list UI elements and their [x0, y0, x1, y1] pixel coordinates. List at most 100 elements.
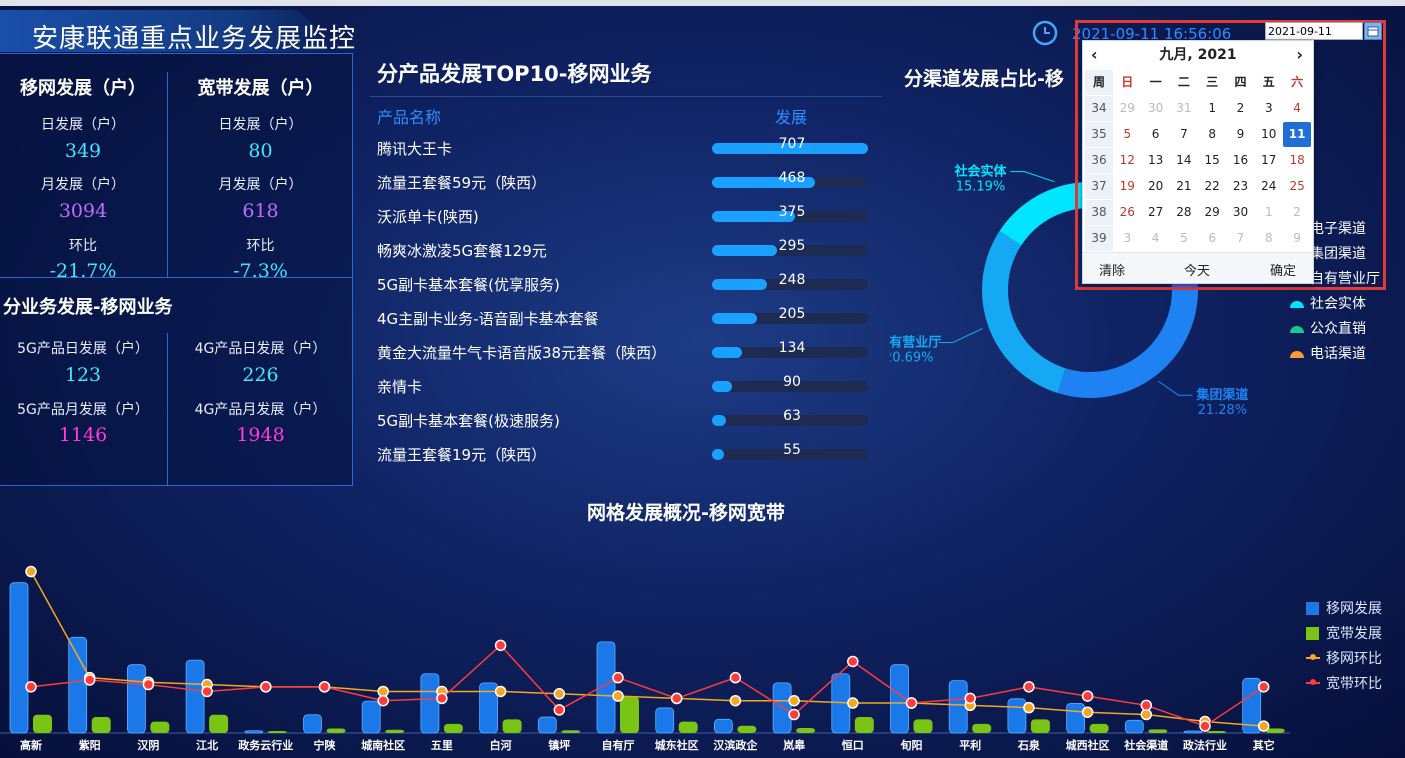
calendar-day[interactable]: 24: [1255, 174, 1283, 199]
bar-broadband[interactable]: [267, 731, 287, 733]
bar-broadband[interactable]: [737, 725, 757, 733]
grid-legend-item[interactable]: 宽带环比: [1306, 673, 1382, 693]
line-point[interactable]: [1199, 720, 1211, 732]
calendar-day[interactable]: 10: [1255, 122, 1283, 147]
calendar-day[interactable]: 8: [1198, 122, 1226, 147]
line-point[interactable]: [1023, 681, 1035, 693]
bar-broadband[interactable]: [1030, 719, 1050, 733]
bar-mobile[interactable]: [479, 682, 499, 734]
line-point[interactable]: [1257, 720, 1270, 732]
calendar-day[interactable]: 6: [1198, 226, 1226, 251]
line-point[interactable]: [260, 681, 272, 693]
line-point[interactable]: [729, 671, 742, 684]
line-point[interactable]: [905, 697, 918, 709]
bar-mobile[interactable]: [303, 714, 322, 734]
line-point[interactable]: [1257, 681, 1270, 693]
calendar-day[interactable]: 30: [1142, 96, 1170, 121]
calendar-day[interactable]: 23: [1227, 174, 1255, 199]
bar-mobile[interactable]: [1183, 730, 1203, 734]
calendar-day[interactable]: 26: [1113, 200, 1141, 225]
line-point[interactable]: [494, 685, 507, 698]
bar-broadband[interactable]: [385, 729, 405, 733]
channel-legend-item[interactable]: 社会实体: [1290, 293, 1366, 313]
bar-broadband[interactable]: [678, 721, 698, 733]
bar-mobile[interactable]: [537, 716, 557, 734]
bar-broadband[interactable]: [972, 723, 992, 733]
calendar-day[interactable]: 17: [1255, 148, 1283, 173]
calendar-day[interactable]: 27: [1142, 200, 1170, 225]
calendar-day[interactable]: 2: [1227, 96, 1255, 121]
calendar-day[interactable]: 1: [1255, 200, 1283, 225]
line-point[interactable]: [553, 688, 566, 700]
calendar-day[interactable]: 15: [1198, 148, 1226, 173]
calendar-icon[interactable]: [1364, 22, 1382, 40]
line-point[interactable]: [847, 655, 859, 668]
today-button[interactable]: 今天: [1184, 260, 1210, 279]
line-point[interactable]: [83, 674, 96, 686]
calendar-day[interactable]: 28: [1170, 200, 1198, 225]
bar-broadband[interactable]: [33, 714, 52, 733]
bar-broadband[interactable]: [913, 719, 933, 733]
calendar-day[interactable]: 9: [1227, 122, 1255, 147]
calendar-day[interactable]: 21: [1170, 174, 1198, 199]
bar-broadband[interactable]: [1089, 723, 1109, 733]
bar-mobile[interactable]: [420, 673, 440, 734]
grid-legend-item[interactable]: 移网环比: [1306, 648, 1382, 668]
line-point[interactable]: [436, 692, 448, 705]
calendar-day[interactable]: 7: [1170, 122, 1198, 147]
calendar-day-selected[interactable]: 11: [1283, 122, 1312, 147]
calendar-day[interactable]: 30: [1227, 200, 1255, 225]
line-point[interactable]: [1140, 699, 1153, 712]
calendar-day[interactable]: 29: [1198, 200, 1226, 225]
calendar-day[interactable]: 2: [1283, 200, 1311, 225]
calendar-day[interactable]: 6: [1142, 122, 1170, 147]
ok-button[interactable]: 确定: [1270, 260, 1296, 279]
line-point[interactable]: [1023, 701, 1035, 714]
channel-legend-item[interactable]: 电话渠道: [1290, 343, 1366, 363]
bar-broadband[interactable]: [796, 727, 816, 733]
bar-broadband[interactable]: [91, 717, 111, 733]
calendar-day[interactable]: 4: [1283, 96, 1311, 121]
bar-broadband[interactable]: [326, 728, 346, 733]
calendar-day[interactable]: 12: [1113, 148, 1141, 173]
bar-broadband[interactable]: [150, 721, 170, 733]
bar-mobile[interactable]: [185, 659, 205, 734]
next-month-button[interactable]: ›: [1296, 41, 1303, 69]
line-point[interactable]: [25, 681, 37, 693]
line-point[interactable]: [201, 685, 213, 698]
date-input[interactable]: [1265, 22, 1363, 40]
calendar-day[interactable]: 5: [1113, 122, 1141, 147]
bar-broadband[interactable]: [209, 714, 229, 733]
bar-mobile[interactable]: [1066, 702, 1085, 734]
bar-mobile[interactable]: [1007, 698, 1027, 734]
grid-legend-item[interactable]: 宽带发展: [1306, 623, 1382, 643]
calendar-day[interactable]: 14: [1170, 148, 1198, 173]
line-point[interactable]: [318, 681, 331, 693]
bar-broadband[interactable]: [1148, 729, 1168, 733]
clear-button[interactable]: 清除: [1099, 260, 1125, 279]
bar-mobile[interactable]: [127, 664, 146, 734]
calendar-day[interactable]: 31: [1170, 96, 1198, 121]
calendar-day[interactable]: 13: [1142, 148, 1170, 173]
line-point[interactable]: [612, 690, 624, 702]
line-point[interactable]: [670, 692, 683, 705]
calendar-day[interactable]: 25: [1283, 174, 1311, 199]
line-point[interactable]: [964, 692, 976, 705]
calendar-day[interactable]: 22: [1198, 174, 1226, 199]
calendar-day[interactable]: 29: [1113, 96, 1141, 121]
grid-legend-item[interactable]: 移网发展: [1306, 598, 1382, 618]
bar-broadband[interactable]: [502, 719, 522, 733]
bar-mobile[interactable]: [655, 707, 675, 734]
line-point[interactable]: [1081, 690, 1094, 702]
line-point[interactable]: [788, 694, 800, 707]
bar-broadband[interactable]: [561, 730, 581, 733]
prev-month-button[interactable]: ‹: [1091, 41, 1098, 69]
donut-slice[interactable]: [1057, 287, 1198, 398]
line-point[interactable]: [25, 565, 37, 578]
donut-slice[interactable]: [982, 231, 1066, 394]
bar-mobile[interactable]: [772, 682, 792, 734]
calendar-day[interactable]: 18: [1283, 148, 1311, 173]
bar-mobile[interactable]: [1124, 719, 1144, 734]
bar-broadband[interactable]: [443, 723, 463, 733]
calendar-day[interactable]: 8: [1255, 226, 1283, 251]
